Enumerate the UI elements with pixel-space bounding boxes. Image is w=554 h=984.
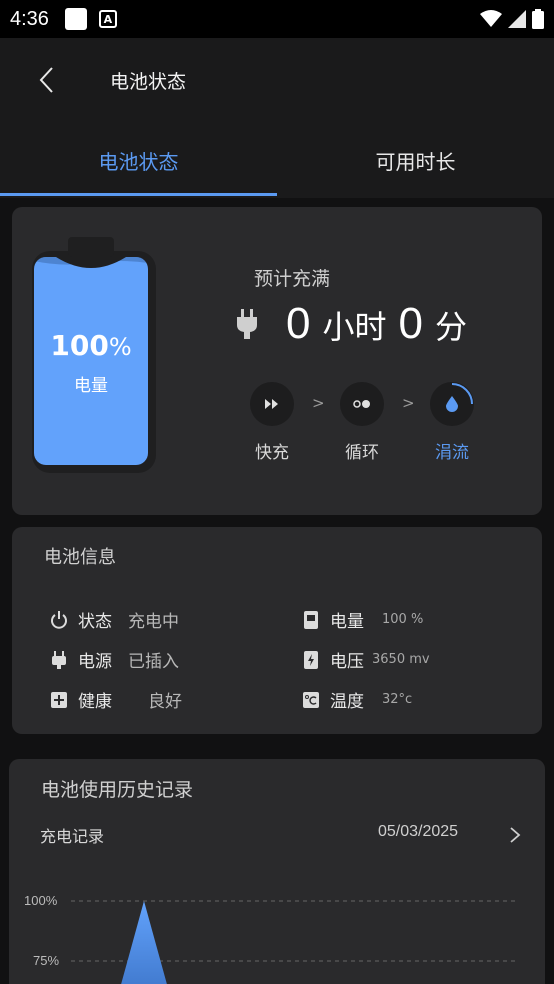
battery-percent-unit: % — [108, 333, 132, 361]
battery-wave — [34, 257, 148, 268]
app-header: 电池状态 — [0, 38, 554, 122]
info-key: 电压 — [330, 652, 364, 672]
signal-icon — [508, 10, 526, 28]
hours-unit: 小时 — [322, 308, 387, 346]
history-chart-plot — [71, 900, 515, 984]
notification-icon — [64, 8, 87, 30]
info-item-power-source: 电源 已插入 — [50, 647, 179, 672]
mode-cycle: 循环 — [332, 382, 392, 463]
estimate-time: 0 小时 0 分 — [236, 299, 467, 349]
power-icon — [51, 610, 67, 629]
mode-label: 快充 — [255, 443, 289, 463]
status-time: 4:36 — [10, 7, 49, 30]
battery-level-icon — [304, 610, 318, 629]
info-key: 温度 — [330, 692, 364, 712]
battery-history-card: 电池使用历史记录 充电记录 05/03/2025 100% 75% — [9, 759, 545, 984]
battery-info-card: 电池信息 状态 充电中 电源 已插入 健康 良好 电量 100 % 电压 365… — [12, 527, 542, 734]
battery-label: 电量 — [74, 376, 108, 396]
battery-percent-value: 100 — [50, 329, 109, 362]
info-key: 状态 — [78, 612, 112, 632]
minutes-value: 0 — [398, 299, 423, 348]
plug-icon — [52, 650, 66, 669]
fast-forward-icon — [250, 382, 294, 426]
history-subtitle: 充电记录 — [40, 827, 105, 846]
history-title: 电池使用历史记录 — [41, 779, 194, 801]
chevron-right-icon[interactable] — [507, 825, 523, 845]
info-key: 电源 — [78, 652, 112, 672]
info-value: 充电中 — [128, 612, 179, 632]
info-item-voltage: 电压 3650 mv — [302, 647, 430, 672]
info-value: 良好 — [148, 692, 182, 712]
charge-peak — [121, 901, 167, 984]
battery-status-icon — [532, 9, 544, 29]
battery-graphic: 100% 电量 — [26, 237, 156, 473]
mode-label: 涓流 — [435, 443, 469, 463]
tab-bar: 电池状态 可用时长 — [0, 122, 554, 198]
info-value: 已插入 — [128, 652, 179, 672]
notification-a-icon: A — [98, 10, 117, 28]
charge-modes: 快充 > 循环 > 涓流 — [242, 382, 474, 472]
temperature-icon — [303, 691, 319, 708]
hours-value: 0 — [286, 299, 311, 348]
plug-icon — [237, 309, 257, 339]
mode-arrow: > — [402, 394, 415, 412]
back-button[interactable] — [26, 60, 66, 100]
info-value: 32°c — [382, 692, 413, 707]
battery-info-title: 电池信息 — [44, 547, 116, 568]
info-key: 电量 — [330, 612, 364, 632]
info-item-status: 状态 充电中 — [50, 607, 179, 632]
info-key: 健康 — [78, 692, 112, 712]
mode-label: 循环 — [345, 443, 379, 463]
battery-status-card: 100% 电量 预计充满 0 小时 0 分 快充 > 循环 > 涓流 — [12, 207, 542, 515]
info-value: 3650 mv — [372, 652, 430, 667]
page-title: 电池状态 — [110, 70, 187, 93]
mode-trickle: 涓流 — [422, 382, 482, 463]
health-plus-icon — [51, 691, 67, 708]
mode-arrow: > — [312, 394, 325, 412]
droplet-icon — [430, 382, 474, 426]
chevron-left-icon — [39, 67, 53, 93]
info-item-health: 健康 良好 — [50, 687, 182, 712]
tab-battery-status[interactable]: 电池状态 — [0, 122, 277, 198]
info-value: 100 % — [382, 612, 424, 627]
info-item-temperature: 温度 32°c — [302, 687, 412, 712]
history-chart: 100% 75% — [9, 879, 545, 984]
minutes-unit: 分 — [434, 308, 467, 346]
info-item-level: 电量 100 % — [302, 607, 423, 632]
tab-available-time[interactable]: 可用时长 — [277, 122, 554, 198]
wifi-icon — [480, 10, 502, 27]
battery-cap — [68, 237, 114, 257]
cycle-dots-icon — [340, 382, 384, 426]
voltage-icon — [304, 650, 318, 669]
status-bar: 4:36 A — [0, 0, 554, 38]
history-date[interactable]: 05/03/2025 — [378, 823, 458, 841]
battery-percent: 100% — [34, 329, 148, 362]
mode-fast-charge: 快充 — [242, 382, 302, 463]
estimate-label: 预计充满 — [253, 268, 330, 290]
